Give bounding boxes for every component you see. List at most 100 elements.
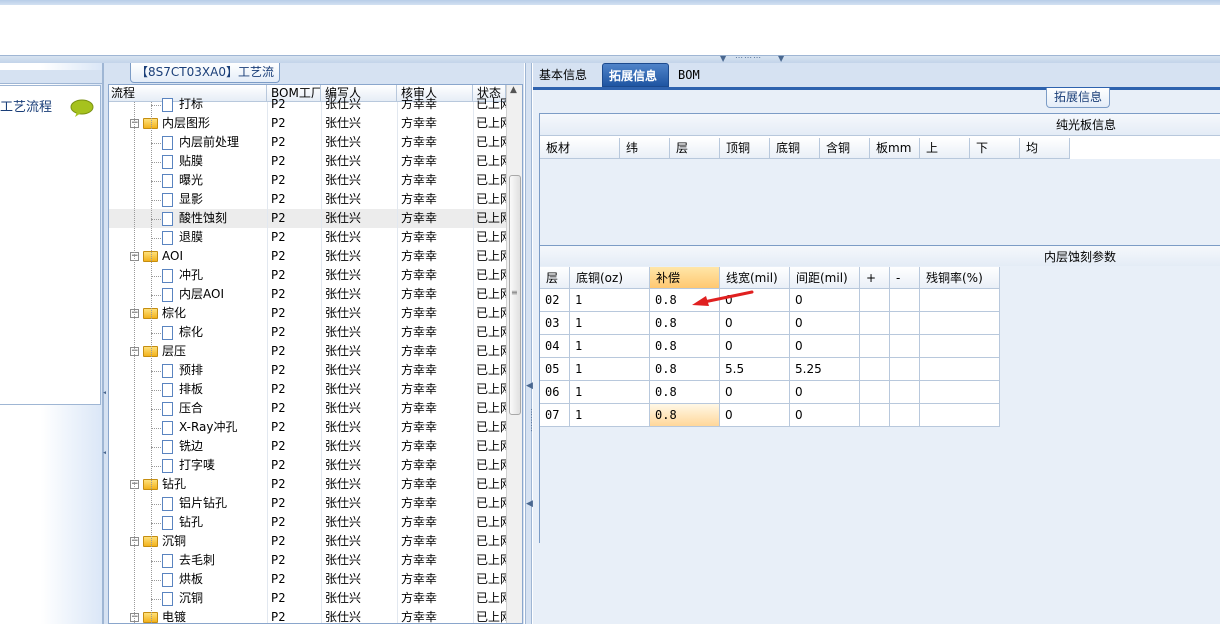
scroll-up-icon[interactable]: ▲: [510, 85, 517, 95]
grid-cell-residual-copper[interactable]: [920, 358, 1000, 381]
tree-item-row[interactable]: 去毛刺 P2 张仕兴 方幸幸 已上网: [109, 551, 508, 570]
grid-cell-spacing[interactable]: 0: [790, 312, 860, 335]
tree-folder-row[interactable]: −内层图形 P2 张仕兴 方幸幸 已上网: [109, 114, 508, 133]
tree-item-row[interactable]: 酸性蚀刻 P2 张仕兴 方幸幸 已上网: [109, 209, 508, 228]
tree-item-row[interactable]: 棕化 P2 张仕兴 方幸幸 已上网: [109, 323, 508, 342]
column-header-top-copper[interactable]: 顶铜: [720, 138, 770, 159]
grid-cell-compensation[interactable]: 0.8: [650, 312, 720, 335]
tree-folder-row[interactable]: −层压 P2 张仕兴 方幸幸 已上网: [109, 342, 508, 361]
column-header-residual-copper[interactable]: 残铜率(%): [920, 267, 1000, 289]
tab-basic-info[interactable]: 基本信息: [533, 63, 593, 87]
grid-cell-residual-copper[interactable]: [920, 312, 1000, 335]
grid-cell-plus[interactable]: [860, 289, 890, 312]
grid-cell-layer[interactable]: 05: [540, 358, 570, 381]
grid-cell-spacing[interactable]: 0: [790, 289, 860, 312]
grid-cell-line-width[interactable]: 0: [720, 404, 790, 427]
grid-cell-residual-copper[interactable]: [920, 381, 1000, 404]
middle-vertical-splitter[interactable]: ◀ ⋯⋯⋯ ◀: [525, 63, 536, 624]
grid-cell-base-copper[interactable]: 1: [570, 335, 650, 358]
grid-cell-line-width[interactable]: 5.5: [720, 358, 790, 381]
grid-cell-minus[interactable]: [890, 404, 920, 427]
tree-item-row[interactable]: 内层AOI P2 张仕兴 方幸幸 已上网: [109, 285, 508, 304]
grid-cell-minus[interactable]: [890, 312, 920, 335]
column-header-board-mm[interactable]: 板mm: [870, 138, 920, 159]
column-header-bottom-copper[interactable]: 底铜: [770, 138, 820, 159]
grid-cell-layer[interactable]: 02: [540, 289, 570, 312]
tree-item-row[interactable]: 铝片钻孔 P2 张仕兴 方幸幸 已上网: [109, 494, 508, 513]
grid-cell-plus[interactable]: [860, 358, 890, 381]
grid-cell-line-width[interactable]: 0: [720, 312, 790, 335]
tree-folder-row[interactable]: −AOI P2 张仕兴 方幸幸 已上网: [109, 247, 508, 266]
grid-cell-spacing[interactable]: 0: [790, 381, 860, 404]
tree-item-row[interactable]: 预排 P2 张仕兴 方幸幸 已上网: [109, 361, 508, 380]
tab-bom[interactable]: BOM: [672, 63, 706, 87]
column-header-minus[interactable]: -: [890, 267, 920, 289]
grid-cell-base-copper[interactable]: 1: [570, 404, 650, 427]
tree-item-row[interactable]: 打字唛 P2 张仕兴 方幸幸 已上网: [109, 456, 508, 475]
grid-cell-compensation[interactable]: 0.8: [650, 335, 720, 358]
tree-item-row[interactable]: 内层前处理 P2 张仕兴 方幸幸 已上网: [109, 133, 508, 152]
chat-bubble-icon[interactable]: [70, 99, 94, 117]
tree-item-row[interactable]: 显影 P2 张仕兴 方幸幸 已上网: [109, 190, 508, 209]
grid-cell-compensation[interactable]: 0.8: [650, 381, 720, 404]
grid-cell-minus[interactable]: [890, 335, 920, 358]
column-header-average[interactable]: 均: [1020, 138, 1070, 159]
grid-cell-residual-copper[interactable]: [920, 289, 1000, 312]
tree-folder-row[interactable]: −电镀 P2 张仕兴 方幸幸 已上网: [109, 608, 508, 623]
vertical-scrollbar[interactable]: ▲ ≡: [506, 85, 522, 623]
column-header-layer[interactable]: 层: [540, 267, 570, 289]
grid-cell-plus[interactable]: [860, 335, 890, 358]
grid-cell-minus[interactable]: [890, 358, 920, 381]
tab-extended-info[interactable]: 拓展信息: [602, 63, 669, 87]
grid-cell-residual-copper[interactable]: [920, 404, 1000, 427]
column-header-lower[interactable]: 下: [970, 138, 1020, 159]
tree-item-row[interactable]: 打标 P2 张仕兴 方幸幸 已上网: [109, 95, 508, 114]
grid-cell-spacing[interactable]: 0: [790, 335, 860, 358]
tree-item-row[interactable]: 退膜 P2 张仕兴 方幸幸 已上网: [109, 228, 508, 247]
horizontal-splitter[interactable]: ▼ ⋯⋯⋯ ▼: [0, 53, 1220, 63]
tree-item-row[interactable]: 烘板 P2 张仕兴 方幸幸 已上网: [109, 570, 508, 589]
scrollbar-thumb[interactable]: ≡: [509, 175, 521, 415]
tree-item-row[interactable]: 沉铜 P2 张仕兴 方幸幸 已上网: [109, 589, 508, 608]
column-header-spacing[interactable]: 间距(mil): [790, 267, 860, 289]
grid-cell-line-width[interactable]: 0: [720, 381, 790, 404]
tree-item-row[interactable]: 曝光 P2 张仕兴 方幸幸 已上网: [109, 171, 508, 190]
grid-cell-compensation[interactable]: 0.8: [650, 404, 720, 427]
grid-cell-line-width[interactable]: 0: [720, 335, 790, 358]
tree-item-row[interactable]: 排板 P2 张仕兴 方幸幸 已上网: [109, 380, 508, 399]
column-header-upper[interactable]: 上: [920, 138, 970, 159]
grid-cell-minus[interactable]: [890, 381, 920, 404]
grid-cell-spacing[interactable]: 0: [790, 404, 860, 427]
tree-folder-row[interactable]: −钻孔 P2 张仕兴 方幸幸 已上网: [109, 475, 508, 494]
grid-cell-compensation[interactable]: 0.8: [650, 358, 720, 381]
column-header-layer[interactable]: 层: [670, 138, 720, 159]
grid-cell-layer[interactable]: 06: [540, 381, 570, 404]
column-header-board[interactable]: 板材: [540, 138, 620, 159]
grid-cell-layer[interactable]: 07: [540, 404, 570, 427]
grid-cell-plus[interactable]: [860, 381, 890, 404]
grid-cell-spacing[interactable]: 5.25: [790, 358, 860, 381]
column-header-plus[interactable]: +: [860, 267, 890, 289]
grid-cell-base-copper[interactable]: 1: [570, 312, 650, 335]
grid-cell-layer[interactable]: 03: [540, 312, 570, 335]
tree-item-row[interactable]: X-Ray冲孔 P2 张仕兴 方幸幸 已上网: [109, 418, 508, 437]
column-header-line-width[interactable]: 线宽(mil): [720, 267, 790, 289]
tree-item-row[interactable]: 贴膜 P2 张仕兴 方幸幸 已上网: [109, 152, 508, 171]
grid-cell-base-copper[interactable]: 1: [570, 381, 650, 404]
tree-item-row[interactable]: 压合 P2 张仕兴 方幸幸 已上网: [109, 399, 508, 418]
grid-cell-plus[interactable]: [860, 404, 890, 427]
column-header-copper-content[interactable]: 含铜: [820, 138, 870, 159]
grid-cell-plus[interactable]: [860, 312, 890, 335]
tree-item-row[interactable]: 钻孔 P2 张仕兴 方幸幸 已上网: [109, 513, 508, 532]
grid-cell-base-copper[interactable]: 1: [570, 289, 650, 312]
grid-cell-layer[interactable]: 04: [540, 335, 570, 358]
tree-folder-row[interactable]: −沉铜 P2 张仕兴 方幸幸 已上网: [109, 532, 508, 551]
column-header-base-copper[interactable]: 底铜(oz): [570, 267, 650, 289]
column-header-compensation[interactable]: 补偿: [650, 267, 720, 289]
column-header-weft[interactable]: 纬: [620, 138, 670, 159]
tree-item-row[interactable]: 铣边 P2 张仕兴 方幸幸 已上网: [109, 437, 508, 456]
tree-item-row[interactable]: 冲孔 P2 张仕兴 方幸幸 已上网: [109, 266, 508, 285]
grid-cell-base-copper[interactable]: 1: [570, 358, 650, 381]
grid-cell-residual-copper[interactable]: [920, 335, 1000, 358]
nav-item-process-flow[interactable]: 工艺流程: [0, 99, 52, 117]
